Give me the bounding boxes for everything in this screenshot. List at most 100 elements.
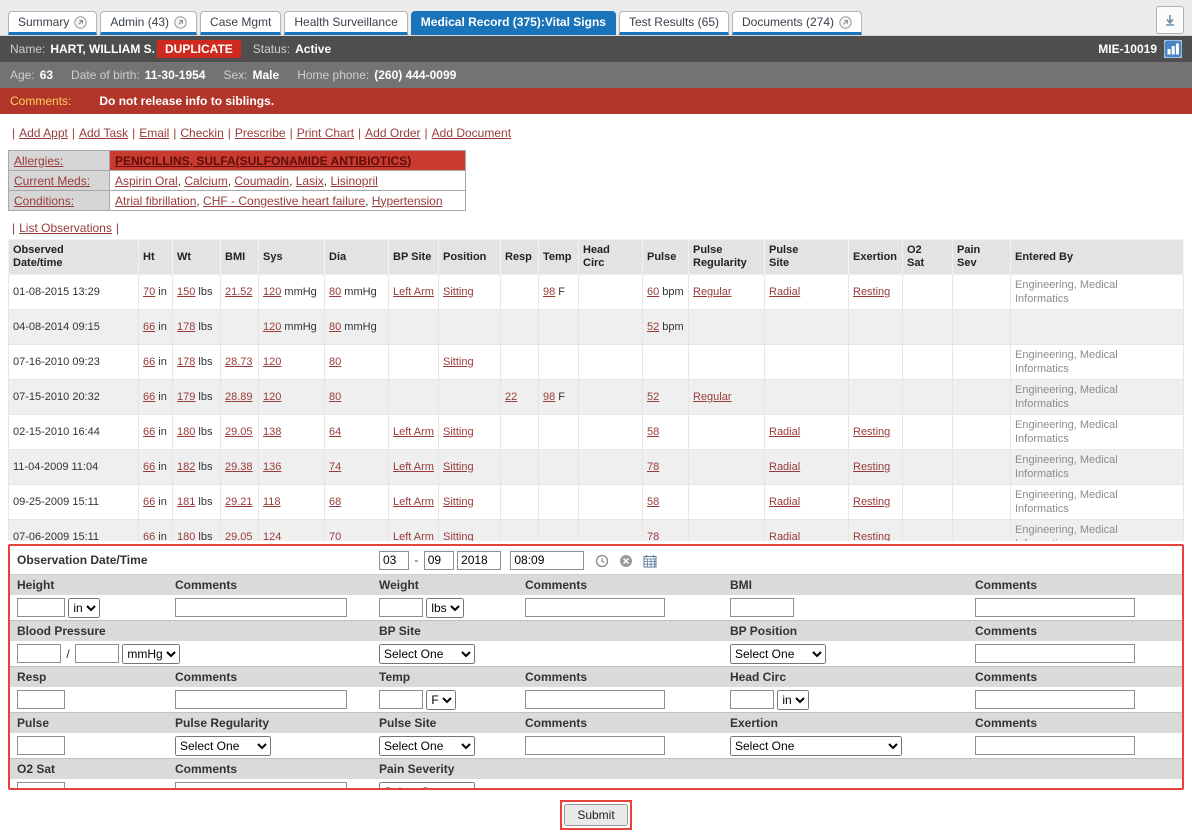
vital-value-link[interactable]: 29.21: [225, 496, 253, 508]
temp-comments-input[interactable]: [525, 690, 665, 709]
vital-value-link[interactable]: 80: [329, 356, 341, 368]
head-circ-input[interactable]: [730, 690, 774, 709]
tab-health-surveillance[interactable]: Health Surveillance: [284, 11, 407, 35]
vital-value-link[interactable]: 66: [143, 356, 155, 368]
tab-test-results-65[interactable]: Test Results (65): [619, 11, 729, 35]
obs-time-input[interactable]: [510, 551, 584, 570]
weight-comments-input[interactable]: [525, 598, 665, 617]
pulse-input[interactable]: [17, 736, 65, 755]
vital-value-link[interactable]: 64: [329, 426, 341, 438]
vital-value-link[interactable]: 178: [177, 321, 195, 333]
vital-value-link[interactable]: 136: [263, 461, 281, 473]
vital-value-link[interactable]: 180: [177, 531, 195, 541]
vital-value-link[interactable]: 80: [329, 391, 341, 403]
weight-input[interactable]: [379, 598, 423, 617]
o2-sat-comments-input[interactable]: [175, 782, 347, 790]
action-link-add-document[interactable]: Add Document: [432, 126, 511, 140]
condition-link[interactable]: CHF - Congestive heart failure: [203, 194, 365, 208]
exertion-select[interactable]: Select One: [730, 736, 902, 756]
vital-value-link[interactable]: 182: [177, 461, 195, 473]
current-med-link[interactable]: Coumadin: [234, 174, 289, 188]
bp-systolic-input[interactable]: [17, 644, 61, 663]
vital-value-link[interactable]: 180: [177, 426, 195, 438]
bp-comments-input[interactable]: [975, 644, 1135, 663]
vital-value-link[interactable]: 29.05: [225, 531, 253, 541]
vital-value-link[interactable]: Resting: [853, 461, 890, 473]
allergies-label-link[interactable]: Allergies:: [14, 154, 63, 168]
vital-value-link[interactable]: 29.38: [225, 461, 253, 473]
vital-value-link[interactable]: 179: [177, 391, 195, 403]
vital-value-link[interactable]: Resting: [853, 286, 890, 298]
allergies-value-link[interactable]: PENICILLINS, SULFA(SULFONAMIDE ANTIBIOTI…: [115, 154, 411, 168]
vital-value-link[interactable]: Left Arm: [393, 286, 434, 298]
vital-value-link[interactable]: 120: [263, 391, 281, 403]
tab-case-mgmt[interactable]: Case Mgmt: [200, 11, 281, 35]
tab-summary[interactable]: Summary: [8, 11, 97, 35]
vital-value-link[interactable]: 124: [263, 531, 281, 541]
vital-value-link[interactable]: Sitting: [443, 531, 474, 541]
condition-link[interactable]: Atrial fibrillation: [115, 194, 196, 208]
action-link-print-chart[interactable]: Print Chart: [297, 126, 354, 140]
vital-value-link[interactable]: 138: [263, 426, 281, 438]
vital-value-link[interactable]: 118: [263, 496, 281, 508]
conditions-label-link[interactable]: Conditions:: [14, 194, 74, 208]
vital-value-link[interactable]: 80: [329, 286, 341, 298]
vital-value-link[interactable]: Sitting: [443, 286, 474, 298]
action-link-checkin[interactable]: Checkin: [180, 126, 223, 140]
vital-value-link[interactable]: 58: [647, 496, 659, 508]
current-med-link[interactable]: Calcium: [184, 174, 227, 188]
vital-value-link[interactable]: Sitting: [443, 426, 474, 438]
vital-value-link[interactable]: 66: [143, 426, 155, 438]
action-link-email[interactable]: Email: [139, 126, 169, 140]
tab-admin-43[interactable]: Admin (43): [100, 11, 197, 35]
vital-value-link[interactable]: Sitting: [443, 496, 474, 508]
head-circ-comments-input[interactable]: [975, 690, 1135, 709]
action-link-add-task[interactable]: Add Task: [79, 126, 128, 140]
vital-value-link[interactable]: 66: [143, 496, 155, 508]
vital-value-link[interactable]: Left Arm: [393, 426, 434, 438]
vital-value-link[interactable]: Resting: [853, 426, 890, 438]
o2-sat-input[interactable]: [17, 782, 65, 790]
height-unit-select[interactable]: in: [68, 598, 100, 618]
vital-value-link[interactable]: Left Arm: [393, 531, 434, 541]
current-meds-label-link[interactable]: Current Meds:: [14, 174, 90, 188]
tab-medical-record-375-vital-signs[interactable]: Medical Record (375):Vital Signs: [411, 11, 616, 35]
bmi-input[interactable]: [730, 598, 794, 617]
collapse-button[interactable]: [1156, 6, 1184, 34]
action-link-add-appt[interactable]: Add Appt: [19, 126, 68, 140]
vital-value-link[interactable]: 78: [647, 461, 659, 473]
vital-value-link[interactable]: 66: [143, 391, 155, 403]
temp-unit-select[interactable]: F: [426, 690, 456, 710]
vital-value-link[interactable]: Resting: [853, 496, 890, 508]
temp-input[interactable]: [379, 690, 423, 709]
vital-value-link[interactable]: Left Arm: [393, 461, 434, 473]
vital-value-link[interactable]: 178: [177, 356, 195, 368]
bp-site-select[interactable]: Select One: [379, 644, 475, 664]
current-med-link[interactable]: Lasix: [296, 174, 324, 188]
weight-unit-select[interactable]: lbs: [426, 598, 464, 618]
current-med-link[interactable]: Aspirin Oral: [115, 174, 178, 188]
bp-diastolic-input[interactable]: [75, 644, 119, 663]
clear-icon[interactable]: [619, 554, 633, 568]
calendar-icon[interactable]: [643, 554, 657, 568]
vital-value-link[interactable]: Resting: [853, 531, 890, 541]
vital-value-link[interactable]: 52: [647, 321, 659, 333]
vital-value-link[interactable]: 80: [329, 321, 341, 333]
pulse-comments-input[interactable]: [525, 736, 665, 755]
exertion-comments-input[interactable]: [975, 736, 1135, 755]
obs-month-input[interactable]: [379, 551, 409, 570]
head-circ-unit-select[interactable]: in: [777, 690, 809, 710]
vital-value-link[interactable]: Regular: [693, 391, 732, 403]
flowsheet-chart-icon[interactable]: [1164, 40, 1182, 58]
vital-value-link[interactable]: Sitting: [443, 461, 474, 473]
vital-value-link[interactable]: 98: [543, 286, 555, 298]
vital-value-link[interactable]: Radial: [769, 461, 800, 473]
pulse-regularity-select[interactable]: Select One: [175, 736, 271, 756]
resp-input[interactable]: [17, 690, 65, 709]
pain-severity-select[interactable]: Select One: [379, 782, 475, 791]
vital-value-link[interactable]: 29.05: [225, 426, 253, 438]
clock-icon[interactable]: [595, 554, 609, 568]
vital-value-link[interactable]: Radial: [769, 286, 800, 298]
vital-value-link[interactable]: Radial: [769, 426, 800, 438]
height-input[interactable]: [17, 598, 65, 617]
